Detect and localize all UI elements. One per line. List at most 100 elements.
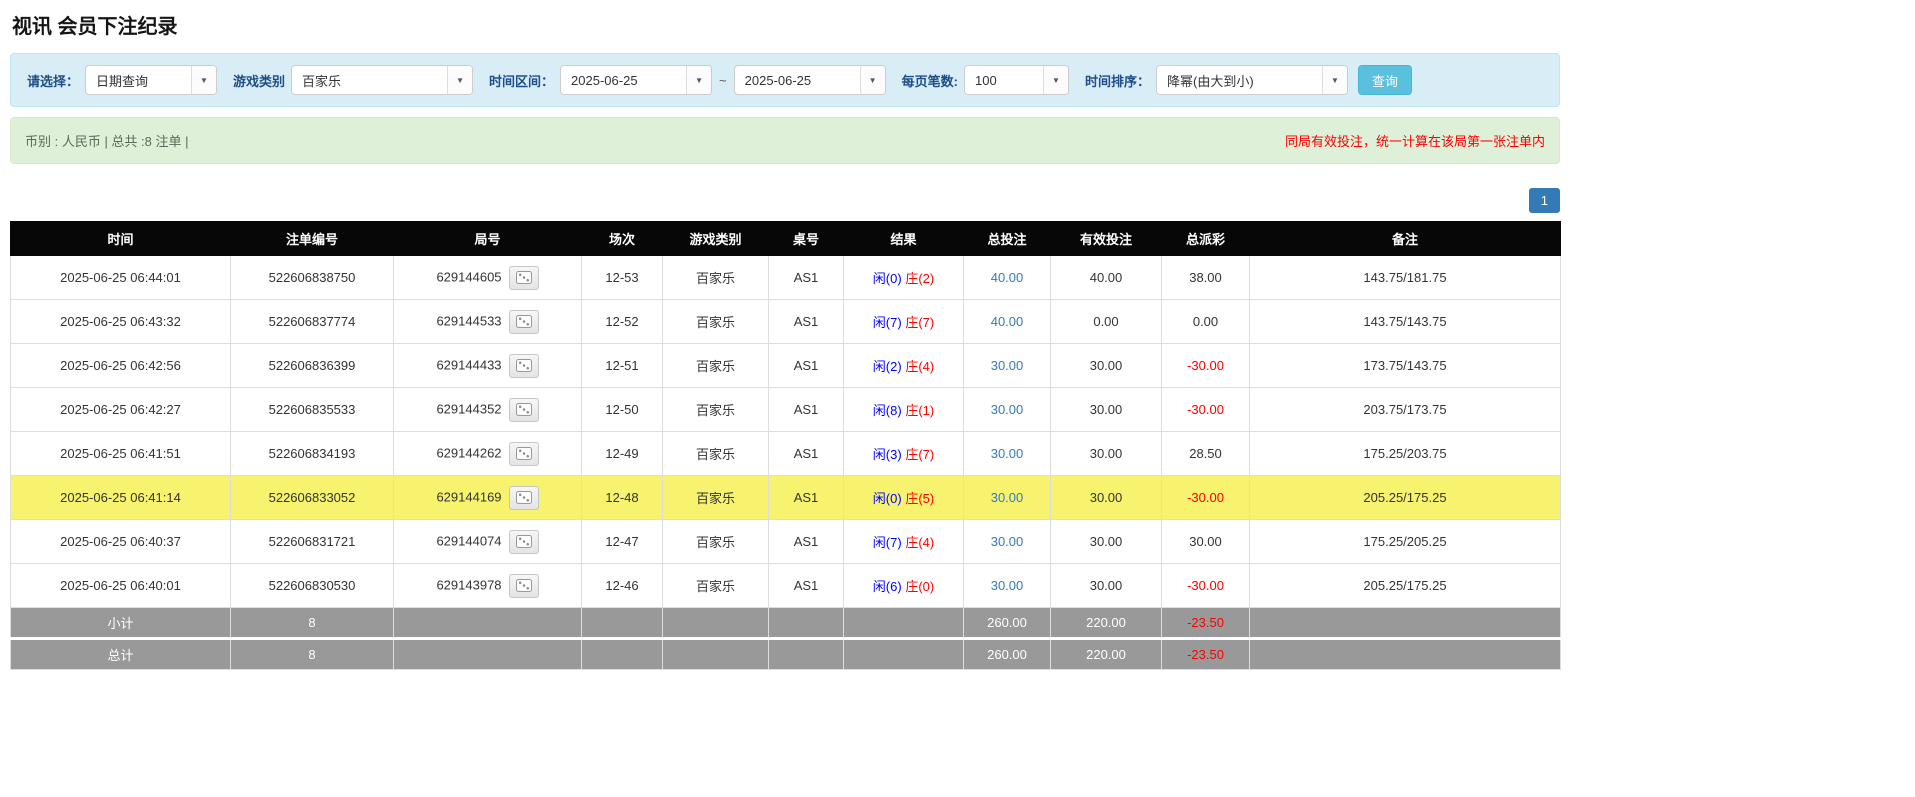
total-row: 总计 8 260.00 220.00 -23.50 bbox=[11, 639, 1561, 670]
chevron-down-icon[interactable]: ▼ bbox=[447, 66, 472, 94]
date-from-select[interactable]: 2025-06-25 ▼ bbox=[560, 65, 712, 95]
page-size-select[interactable]: 100 ▼ bbox=[964, 65, 1069, 95]
select-label: 请选择： bbox=[27, 71, 79, 90]
cell-total-bet: 30.00 bbox=[964, 432, 1051, 476]
result-player: 闲(8) bbox=[873, 403, 902, 418]
cell-total-bet: 30.00 bbox=[964, 476, 1051, 520]
empty-cell bbox=[844, 608, 964, 639]
cell-game-type: 百家乐 bbox=[663, 432, 769, 476]
cell-time: 2025-06-25 06:40:01 bbox=[11, 564, 231, 608]
cell-time: 2025-06-25 06:44:01 bbox=[11, 256, 231, 300]
bet-records-table: 时间 注单编号 局号 场次 游戏类别 桌号 结果 总投注 有效投注 总派彩 备注… bbox=[10, 221, 1561, 670]
filter-bar: 请选择： 日期查询 ▼ 游戏类别 百家乐 ▼ 时间区间： 2025-06-25 … bbox=[10, 53, 1560, 107]
cell-payout: -30.00 bbox=[1162, 344, 1250, 388]
round-detail-button[interactable] bbox=[509, 266, 539, 290]
cell-session: 12-53 bbox=[582, 256, 663, 300]
chevron-down-icon[interactable]: ▼ bbox=[860, 66, 885, 94]
result-banker: 庄(7) bbox=[905, 315, 934, 330]
cell-result: 闲(0) 庄(2) bbox=[844, 256, 964, 300]
date-to-select[interactable]: 2025-06-25 ▼ bbox=[734, 65, 886, 95]
total-bet-link[interactable]: 30.00 bbox=[991, 578, 1024, 593]
total-valid-bet: 220.00 bbox=[1051, 639, 1162, 670]
cell-round-no: 629144074 bbox=[394, 520, 582, 564]
round-detail-button[interactable] bbox=[509, 310, 539, 334]
cell-bet-no: 522606833052 bbox=[231, 476, 394, 520]
dice-icon bbox=[516, 491, 532, 504]
page-1-button[interactable]: 1 bbox=[1529, 188, 1560, 213]
query-type-select[interactable]: 日期查询 ▼ bbox=[85, 65, 217, 95]
cell-session: 12-47 bbox=[582, 520, 663, 564]
total-label: 总计 bbox=[11, 639, 231, 670]
date-to-value: 2025-06-25 bbox=[735, 66, 860, 94]
chevron-down-icon[interactable]: ▼ bbox=[1043, 66, 1068, 94]
total-bet-link[interactable]: 30.00 bbox=[991, 490, 1024, 505]
total-bet-link[interactable]: 40.00 bbox=[991, 314, 1024, 329]
result-player: 闲(0) bbox=[873, 271, 902, 286]
cell-time: 2025-06-25 06:42:27 bbox=[11, 388, 231, 432]
cell-bet-no: 522606835533 bbox=[231, 388, 394, 432]
dice-icon bbox=[516, 535, 532, 548]
result-banker: 庄(0) bbox=[905, 579, 934, 594]
search-button[interactable]: 查询 bbox=[1358, 65, 1412, 95]
cell-game-type: 百家乐 bbox=[663, 300, 769, 344]
cell-game-type: 百家乐 bbox=[663, 256, 769, 300]
total-count: 8 bbox=[231, 639, 394, 670]
total-bet-link[interactable]: 30.00 bbox=[991, 446, 1024, 461]
round-detail-button[interactable] bbox=[509, 398, 539, 422]
cell-note: 143.75/181.75 bbox=[1250, 256, 1561, 300]
chevron-down-icon[interactable]: ▼ bbox=[686, 66, 711, 94]
col-session: 场次 bbox=[582, 222, 663, 256]
result-banker: 庄(4) bbox=[905, 535, 934, 550]
col-bet-no: 注单编号 bbox=[231, 222, 394, 256]
cell-session: 12-50 bbox=[582, 388, 663, 432]
result-player: 闲(6) bbox=[873, 579, 902, 594]
cell-table-no: AS1 bbox=[769, 256, 844, 300]
round-detail-button[interactable] bbox=[509, 442, 539, 466]
result-banker: 庄(2) bbox=[905, 271, 934, 286]
time-range-label: 时间区间： bbox=[489, 71, 554, 90]
cell-result: 闲(7) 庄(4) bbox=[844, 520, 964, 564]
subtotal-payout: -23.50 bbox=[1162, 608, 1250, 639]
page: 视讯 会员下注纪录 请选择： 日期查询 ▼ 游戏类别 百家乐 ▼ 时间区间： 2… bbox=[10, 0, 1560, 670]
total-bet-link[interactable]: 30.00 bbox=[991, 534, 1024, 549]
game-type-select[interactable]: 百家乐 ▼ bbox=[291, 65, 473, 95]
result-banker: 庄(7) bbox=[905, 447, 934, 462]
empty-cell bbox=[769, 639, 844, 670]
cell-bet-no: 522606838750 bbox=[231, 256, 394, 300]
total-payout: -23.50 bbox=[1162, 639, 1250, 670]
empty-cell bbox=[663, 639, 769, 670]
cell-valid-bet: 30.00 bbox=[1051, 388, 1162, 432]
cell-total-bet: 30.00 bbox=[964, 344, 1051, 388]
cell-table-no: AS1 bbox=[769, 476, 844, 520]
bet-row: 2025-06-25 06:40:37522606831721629144074… bbox=[11, 520, 1561, 564]
col-total-bet: 总投注 bbox=[964, 222, 1051, 256]
subtotal-total-bet: 260.00 bbox=[964, 608, 1051, 639]
result-player: 闲(0) bbox=[873, 491, 902, 506]
result-banker: 庄(5) bbox=[905, 491, 934, 506]
total-bet-link[interactable]: 30.00 bbox=[991, 402, 1024, 417]
round-no-text: 629144605 bbox=[436, 269, 501, 284]
sort-order-select[interactable]: 降幂(由大到小) ▼ bbox=[1156, 65, 1348, 95]
round-no-text: 629144433 bbox=[436, 357, 501, 372]
round-detail-button[interactable] bbox=[509, 574, 539, 598]
cell-payout: 0.00 bbox=[1162, 300, 1250, 344]
cell-round-no: 629144605 bbox=[394, 256, 582, 300]
cell-time: 2025-06-25 06:41:14 bbox=[11, 476, 231, 520]
total-bet-link[interactable]: 30.00 bbox=[991, 358, 1024, 373]
summary-currency-count: 币别 : 人民币 | 总共 :8 注单 | bbox=[25, 131, 189, 150]
subtotal-label: 小计 bbox=[11, 608, 231, 639]
total-bet-link[interactable]: 40.00 bbox=[991, 270, 1024, 285]
chevron-down-icon[interactable]: ▼ bbox=[1322, 66, 1347, 94]
summary-bar: 币别 : 人民币 | 总共 :8 注单 | 同局有效投注，统一计算在该局第一张注… bbox=[10, 117, 1560, 164]
chevron-down-icon[interactable]: ▼ bbox=[191, 66, 216, 94]
col-result: 结果 bbox=[844, 222, 964, 256]
cell-round-no: 629143978 bbox=[394, 564, 582, 608]
subtotal-row: 小计 8 260.00 220.00 -23.50 bbox=[11, 608, 1561, 639]
round-detail-button[interactable] bbox=[509, 486, 539, 510]
cell-game-type: 百家乐 bbox=[663, 564, 769, 608]
cell-result: 闲(7) 庄(7) bbox=[844, 300, 964, 344]
cell-session: 12-51 bbox=[582, 344, 663, 388]
round-detail-button[interactable] bbox=[509, 354, 539, 378]
date-range-separator: ~ bbox=[719, 73, 727, 88]
round-detail-button[interactable] bbox=[509, 530, 539, 554]
